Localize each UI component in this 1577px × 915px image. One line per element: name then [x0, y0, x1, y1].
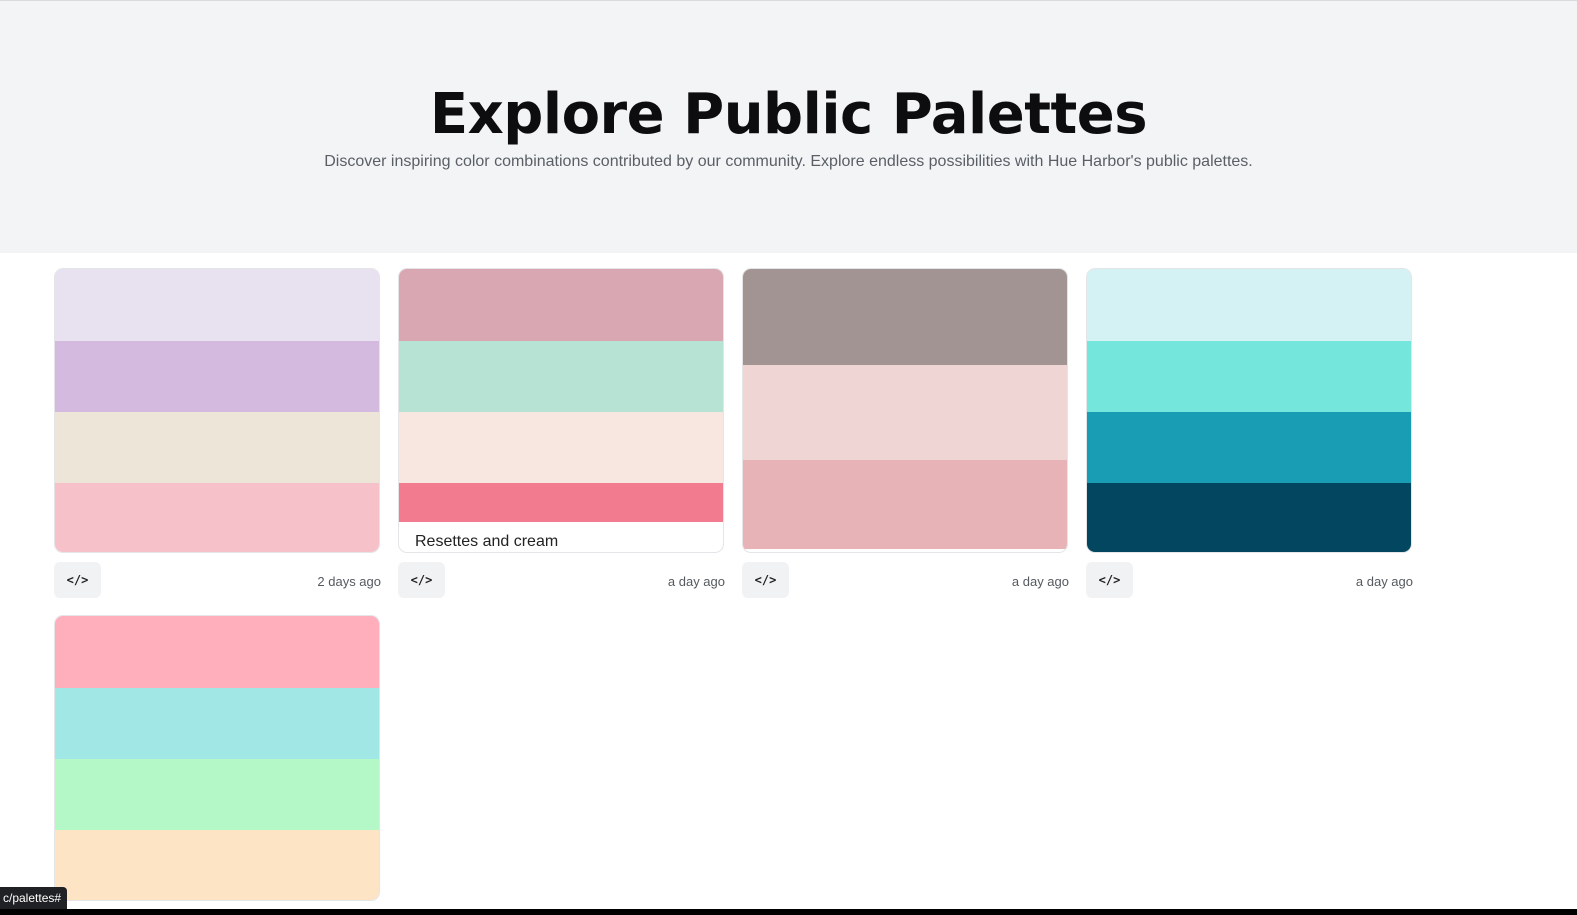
- code-icon: </>: [1098, 573, 1121, 587]
- color-swatch: [399, 483, 723, 522]
- color-swatch: [55, 759, 379, 830]
- palette-age: a day ago: [1011, 574, 1069, 589]
- color-swatch: [55, 341, 379, 412]
- link-url-tooltip: c/palettes#: [0, 887, 68, 909]
- code-icon: </>: [410, 573, 433, 587]
- embed-code-button[interactable]: </>: [398, 562, 445, 598]
- color-swatch: [55, 269, 379, 341]
- color-swatch: [1087, 483, 1411, 552]
- palette-name: Resettes and cream: [415, 533, 559, 550]
- color-swatch: [55, 412, 379, 483]
- palette-age: 2 days ago: [317, 574, 381, 589]
- code-icon: </>: [754, 573, 777, 587]
- palette-card[interactable]: [742, 268, 1068, 553]
- color-swatch: [1087, 341, 1411, 412]
- color-swatch: [55, 616, 379, 688]
- page-subtitle: Discover inspiring color combinations co…: [324, 153, 1253, 170]
- color-swatch: [399, 412, 723, 483]
- hero-banner: Explore Public Palettes Discover inspiri…: [0, 1, 1577, 253]
- code-icon: </>: [66, 573, 89, 587]
- palette-card[interactable]: Resettes and cream: [398, 268, 724, 553]
- embed-code-button[interactable]: </>: [1086, 562, 1133, 598]
- color-swatch: [399, 341, 723, 412]
- color-swatch: [743, 365, 1067, 460]
- color-swatch: [743, 269, 1067, 365]
- color-swatch: [1087, 269, 1411, 341]
- color-swatch: [743, 460, 1067, 549]
- color-swatch: [399, 269, 723, 341]
- palette-card[interactable]: [54, 615, 380, 901]
- palette-age: a day ago: [667, 574, 725, 589]
- embed-code-button[interactable]: </>: [742, 562, 789, 598]
- embed-code-button[interactable]: </>: [54, 562, 101, 598]
- bottom-edge: [0, 909, 1577, 915]
- color-swatch: [1087, 412, 1411, 483]
- palette-card[interactable]: [54, 268, 380, 553]
- palette-card[interactable]: [1086, 268, 1412, 553]
- palette-age: a day ago: [1355, 574, 1413, 589]
- color-swatch: [55, 483, 379, 552]
- color-swatch: [55, 688, 379, 759]
- color-swatch: [55, 830, 379, 900]
- page-title: Explore Public Palettes: [429, 82, 1148, 147]
